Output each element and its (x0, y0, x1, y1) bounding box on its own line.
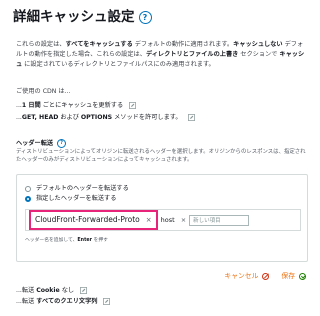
cancel-button[interactable]: キャンセル (224, 271, 258, 282)
refresh-interval: 1 日間 (21, 102, 41, 109)
save-button[interactable]: 保存 (281, 271, 295, 282)
hint-key: Enter (77, 238, 92, 243)
tag-label: host (160, 215, 175, 224)
description-bold: すべてをキャッシュする (65, 41, 133, 48)
allowed-methods-text: ...GET, HEAD および OPTIONS メソッドを許可します。 (16, 113, 182, 123)
radio-forward-default[interactable]: デフォルトのヘッダーを転送する (25, 184, 129, 194)
query-string-forwarding-text: ...転送 すべてのクエリ文字列 (16, 297, 97, 307)
header-tag-cloudfront-forwarded-proto: CloudFront-Forwarded-Proto × (29, 210, 158, 230)
query-string-label: すべてのクエリ文字列 (36, 298, 98, 305)
radio-label: デフォルトのヘッダーを転送する (36, 185, 129, 192)
hint-text: ヘッダー名を追加して、 (25, 238, 78, 243)
description: これらの設定は、すべてをキャッシュする デフォルトの動作に適用されます。キャッシ… (16, 40, 306, 70)
form-actions: キャンセル 保存 (224, 271, 306, 282)
cache-refresh-text: ...1 日間 ごとにキャッシュを更新する (16, 101, 123, 111)
help-icon[interactable]: ? (57, 139, 67, 149)
description-text: デフォルトの動作に適用されます。 (132, 41, 234, 48)
text-suffix: ごとにキャッシュを更新する (40, 102, 124, 109)
cookie-forwarding-text: ...転送 Cookie なし (16, 286, 74, 296)
cdn-label: ご使用の CDN は... (16, 88, 71, 95)
save-icon[interactable] (299, 272, 306, 280)
text-prefix: ...転送 (16, 298, 37, 305)
page-title-text: 詳細キャッシュ設定 (13, 9, 135, 25)
allowed-methods-setting: ...GET, HEAD および OPTIONS メソッドを許可します。 (16, 113, 195, 123)
cookie-label: Cookie (36, 287, 60, 294)
edit-icon[interactable] (187, 114, 195, 122)
cache-refresh-setting: ...1 日間 ごとにキャッシュを更新する (16, 101, 137, 111)
edit-icon[interactable] (129, 102, 137, 110)
description-text: これらの設定は、 (16, 41, 66, 48)
edit-icon[interactable] (103, 298, 111, 306)
text-mid: および (58, 114, 81, 121)
new-header-input[interactable]: 新しい項目 (189, 214, 250, 226)
text-prefix: ...転送 (16, 287, 37, 294)
radio-label: 指定したヘッダーを転送する (36, 195, 117, 202)
description-text: に設定されているディレクトリとファイルパスにのみ適用されます。 (22, 60, 215, 68)
cancel-icon[interactable] (262, 272, 270, 280)
cookie-forwarding-setting: ...転送 Cookie なし (16, 286, 88, 296)
radio-button[interactable] (25, 185, 31, 192)
help-icon[interactable]: ? (138, 11, 152, 25)
text-suffix: なし (59, 287, 75, 294)
hint-text: を押す (92, 238, 108, 243)
description-text: セクションで (238, 50, 280, 58)
query-string-forwarding-setting: ...転送 すべてのクエリ文字列 (16, 297, 111, 307)
radio-button-selected[interactable] (25, 195, 31, 202)
radio-forward-specified[interactable]: 指定したヘッダーを転送する (25, 194, 116, 204)
remove-tag-icon[interactable]: × (181, 215, 186, 225)
header-forwarding-panel: デフォルトのヘッダーを転送する 指定したヘッダーを転送する CloudFront… (16, 174, 308, 262)
header-forwarding-description: ディストリビューションによってオリジンに転送されるヘッダーを選択します。オリジン… (16, 149, 306, 164)
page-title: 詳細キャッシュ設定 ? (13, 9, 152, 25)
header-input-hint: ヘッダー名を追加して、Enter を押す (25, 237, 108, 244)
header-tag-input[interactable]: CloudFront-Forwarded-Proto × host × 新しい項… (25, 209, 301, 231)
header-tag-host: host × (161, 215, 187, 225)
edit-icon[interactable] (80, 287, 88, 295)
method-options: OPTIONS (80, 114, 113, 121)
method-list: GET, HEAD (21, 114, 59, 121)
description-bold: キャッシュしない (233, 41, 283, 48)
description-bold: ディレクトリとファイルの上書き (145, 50, 239, 58)
tag-label: CloudFront-Forwarded-Proto (35, 215, 140, 225)
remove-tag-icon[interactable]: × (146, 215, 152, 226)
text-suffix: メソッドを許可します。 (112, 114, 182, 121)
